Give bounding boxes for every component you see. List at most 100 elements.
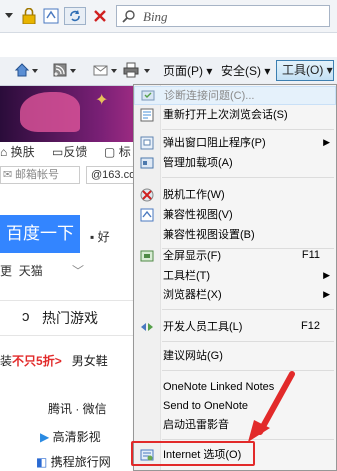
lock-icon[interactable] xyxy=(20,7,38,25)
feeds-icon[interactable] xyxy=(52,62,78,80)
menu-item-suggested-sites[interactable]: 建议网站(G) xyxy=(134,347,336,366)
search-icon xyxy=(122,9,136,26)
menu-separator xyxy=(162,177,334,178)
menu-label: 全屏显示(F) xyxy=(163,250,222,262)
menu-label: 重新打开上次浏览会话(S) xyxy=(163,109,288,121)
submenu-arrow-icon: ▶ xyxy=(323,137,330,147)
stop-icon[interactable] xyxy=(90,7,110,25)
menu-label: 管理加载项(A) xyxy=(163,157,233,169)
menu-label: 脱机工作(W) xyxy=(163,189,225,201)
link-feedback-label: 反馈 xyxy=(63,145,88,159)
menu-item-explorer-bars[interactable]: 浏览器栏(X) ▶ xyxy=(134,286,336,305)
print-icon[interactable] xyxy=(122,62,154,80)
haowu-label: 好 xyxy=(97,230,110,244)
highlight-box xyxy=(131,441,255,466)
menu-item-dev-tools[interactable]: 开发人员工具(L) F12 xyxy=(134,318,336,337)
travel-link[interactable]: ◧ 携程旅行网 xyxy=(36,453,111,470)
travel-icon: ◧ xyxy=(36,455,48,469)
link-skin-label: 换肤 xyxy=(10,145,35,159)
hot-games-label: 热门游戏 xyxy=(42,310,98,326)
mail-placeholder: 邮箱帐号 xyxy=(15,169,59,181)
promo-shoes: 男女鞋 xyxy=(71,354,108,368)
refresh-icon[interactable] xyxy=(64,7,86,25)
page-menu-button[interactable]: 页面(P) ▾ xyxy=(163,62,212,80)
diagnose-icon xyxy=(141,89,155,103)
menu-label: 浏览器栏(X) xyxy=(163,289,222,301)
menu-item-compat-view[interactable]: 兼容性视图(V) xyxy=(134,206,336,225)
link-third[interactable]: ▢ 标 xyxy=(104,143,131,163)
menu-item-manage-addons[interactable]: 管理加载项(A) xyxy=(134,154,336,173)
home-icon[interactable] xyxy=(14,62,40,80)
link-feedback[interactable]: ▭反馈 xyxy=(52,143,87,163)
command-bar: 页面(P) ▾ 安全(S) ▾ 工具(O) ▾ xyxy=(0,57,337,86)
travel-label: 携程旅行网 xyxy=(50,455,111,469)
promo-discount: 不只5折> xyxy=(12,354,62,368)
menu-label: 诊断连接问题(C)... xyxy=(164,90,255,102)
menu-label: 工具栏(T) xyxy=(163,270,211,282)
menu-separator xyxy=(162,129,334,130)
menu-label: 建议网站(G) xyxy=(163,350,223,362)
dev-tools-icon xyxy=(140,320,154,334)
menu-label: 弹出窗口阻止程序(P) xyxy=(163,137,266,149)
video-link[interactable]: ▶ 高清影视 xyxy=(40,428,101,445)
tmall-row: 更 天猫 ﹀ xyxy=(0,262,84,279)
submenu-arrow-icon: ▶ xyxy=(323,289,330,299)
tmall-link[interactable]: 天猫 xyxy=(19,264,43,278)
submenu-arrow-icon: ▶ xyxy=(323,270,330,280)
safety-menu-button[interactable]: 安全(S) ▾ xyxy=(221,62,270,80)
menu-shortcut: F11 xyxy=(301,249,320,261)
menu-item-onenote-linked[interactable]: OneNote Linked Notes xyxy=(134,378,336,397)
video-label: 高清影视 xyxy=(52,430,101,444)
menu-item-popup-blocker[interactable]: 弹出窗口阻止程序(P) ▶ xyxy=(134,134,336,153)
skin-icon: ⌂ xyxy=(0,145,8,159)
envelope-icon: ✉ xyxy=(3,169,13,181)
tools-menu-button[interactable]: 工具(O) ▾ xyxy=(276,60,334,81)
games-icon: ↄ xyxy=(22,308,30,325)
menu-item-reopen-session[interactable]: 重新打开上次浏览会话(S) xyxy=(134,106,336,125)
menu-item-compat-settings[interactable]: 兼容性视图设置(B) xyxy=(134,226,336,245)
offline-icon xyxy=(140,188,154,202)
menu-label: Send to OneNote xyxy=(163,400,249,412)
mail-account-field[interactable]: ✉ 邮箱帐号 xyxy=(0,166,80,184)
portal-link[interactable]: 腾讯 · 微信 xyxy=(48,400,107,417)
banner-logo: ✦ xyxy=(95,92,109,109)
link-skin[interactable]: ⌂ 换肤 xyxy=(0,143,35,163)
menu-item-diagnose[interactable]: 诊断连接问题(C)... xyxy=(134,86,336,105)
addons-icon xyxy=(140,156,154,170)
promo-line[interactable]: 装不只5折> 男女鞋 xyxy=(0,352,108,369)
chevron-down-icon[interactable]: ﹀ xyxy=(72,264,84,278)
menu-item-send-onenote[interactable]: Send to OneNote xyxy=(134,397,336,416)
haowu-link[interactable]: ▪ 好 xyxy=(90,228,110,245)
menu-label: 兼容性视图设置(B) xyxy=(163,229,255,241)
compat-view-icon xyxy=(140,208,154,222)
menu-label: 兼容性视图(V) xyxy=(163,209,233,221)
address-toolbar: Bing xyxy=(0,0,337,33)
menu-separator xyxy=(162,309,334,310)
red-arrow-icon xyxy=(248,371,295,442)
menu-item-toolbars[interactable]: 工具栏(T) ▶ xyxy=(134,267,336,286)
tools-dropdown-menu: 诊断连接问题(C)... 重新打开上次浏览会话(S) 弹出窗口阻止程序(P) ▶… xyxy=(133,84,337,471)
shoes-image xyxy=(20,92,80,132)
link-third-label: 标 xyxy=(118,145,131,159)
fullscreen-icon xyxy=(140,249,154,263)
feedback-icon: ▭ xyxy=(52,145,64,159)
menu-shortcut: F12 xyxy=(301,320,320,332)
menu-item-fullscreen[interactable]: 全屏显示(F) F11 xyxy=(134,247,336,266)
menu-separator xyxy=(162,341,334,342)
search-input[interactable]: Bing xyxy=(116,5,330,27)
search-placeholder: Bing xyxy=(143,9,168,24)
promo-prefix: 装 xyxy=(0,354,13,368)
reopen-icon xyxy=(140,108,154,122)
page-icon: ▢ xyxy=(104,145,116,159)
menu-label: 启动迅雷影音 xyxy=(163,419,229,431)
mail-icon[interactable] xyxy=(92,62,120,80)
menu-item-work-offline[interactable]: 脱机工作(W) xyxy=(134,186,336,205)
tmall-prefix: 更 xyxy=(0,264,13,278)
menu-item-xunlei[interactable]: 启动迅雷影音 xyxy=(134,416,336,435)
baidu-search-button[interactable]: 百度一下 xyxy=(0,215,80,253)
dropdown-chevron-icon[interactable] xyxy=(2,7,16,25)
hot-games-tab[interactable]: ↄ 热门游戏 xyxy=(0,300,134,336)
popup-blocker-icon xyxy=(140,136,154,150)
video-icon: ▶ xyxy=(40,430,50,444)
compatibility-view-icon[interactable] xyxy=(42,7,60,25)
